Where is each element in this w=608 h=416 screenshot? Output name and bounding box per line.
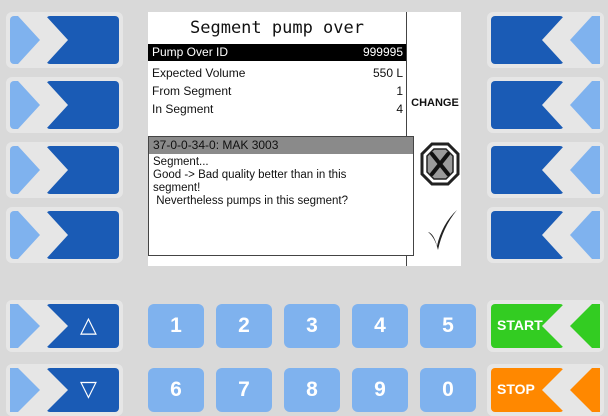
- key-4[interactable]: 4: [352, 304, 408, 348]
- change-label: CHANGE: [411, 97, 459, 109]
- key-7[interactable]: 7: [216, 368, 272, 412]
- start-label: START: [497, 317, 543, 333]
- key-2[interactable]: 2: [216, 304, 272, 348]
- row-label: In Segment: [152, 102, 214, 116]
- row-pump-over-id[interactable]: Pump Over ID 999995: [148, 44, 406, 61]
- stop-button[interactable]: STOP: [487, 364, 604, 416]
- row-label: Expected Volume: [152, 66, 246, 80]
- up-arrow-key[interactable]: △: [6, 300, 123, 352]
- row-in-segment[interactable]: In Segment 4: [148, 101, 406, 118]
- key-1[interactable]: 1: [148, 304, 204, 348]
- right-softkey-1[interactable]: [487, 12, 604, 68]
- row-from-segment[interactable]: From Segment 1: [148, 83, 406, 100]
- screen-title: Segment pump over: [190, 18, 364, 38]
- row-value: 1: [396, 84, 403, 98]
- down-arrow-key[interactable]: ▽: [6, 364, 123, 416]
- up-arrow-icon: △: [80, 312, 97, 337]
- message-header: 37-0-0-34-0: MAK 3003: [149, 137, 413, 154]
- start-button[interactable]: START: [487, 300, 604, 352]
- row-expected-volume[interactable]: Expected Volume 550 L: [148, 65, 406, 82]
- left-softkey-1[interactable]: [6, 12, 123, 68]
- cancel-icon[interactable]: [420, 142, 460, 186]
- key-5[interactable]: 5: [420, 304, 476, 348]
- row-label: Pump Over ID: [152, 45, 229, 59]
- right-softkey-2[interactable]: [487, 77, 604, 133]
- confirm-check-icon[interactable]: [425, 208, 459, 252]
- key-6[interactable]: 6: [148, 368, 204, 412]
- stop-label: STOP: [497, 381, 535, 397]
- left-softkey-4[interactable]: [6, 207, 123, 263]
- row-value: 999995: [362, 45, 403, 59]
- message-header-text: 37-0-0-34-0: MAK 3003: [153, 138, 279, 152]
- row-value: 550 L: [372, 66, 403, 80]
- left-softkey-3[interactable]: [6, 142, 123, 198]
- row-value: 4: [396, 102, 403, 116]
- left-softkey-2[interactable]: [6, 77, 123, 133]
- right-softkey-4[interactable]: [487, 207, 604, 263]
- message-box: 37-0-0-34-0: MAK 3003 Segment... Good ->…: [148, 136, 414, 256]
- key-3[interactable]: 3: [284, 304, 340, 348]
- down-arrow-icon: ▽: [80, 376, 97, 401]
- key-9[interactable]: 9: [352, 368, 408, 412]
- right-softkey-3[interactable]: [487, 142, 604, 198]
- key-8[interactable]: 8: [284, 368, 340, 412]
- key-0[interactable]: 0: [420, 368, 476, 412]
- row-label: From Segment: [152, 84, 232, 98]
- display-screen: Segment pump over Pump Over ID 999995 Ex…: [148, 12, 461, 266]
- message-body: Segment... Good -> Bad quality better th…: [153, 156, 348, 207]
